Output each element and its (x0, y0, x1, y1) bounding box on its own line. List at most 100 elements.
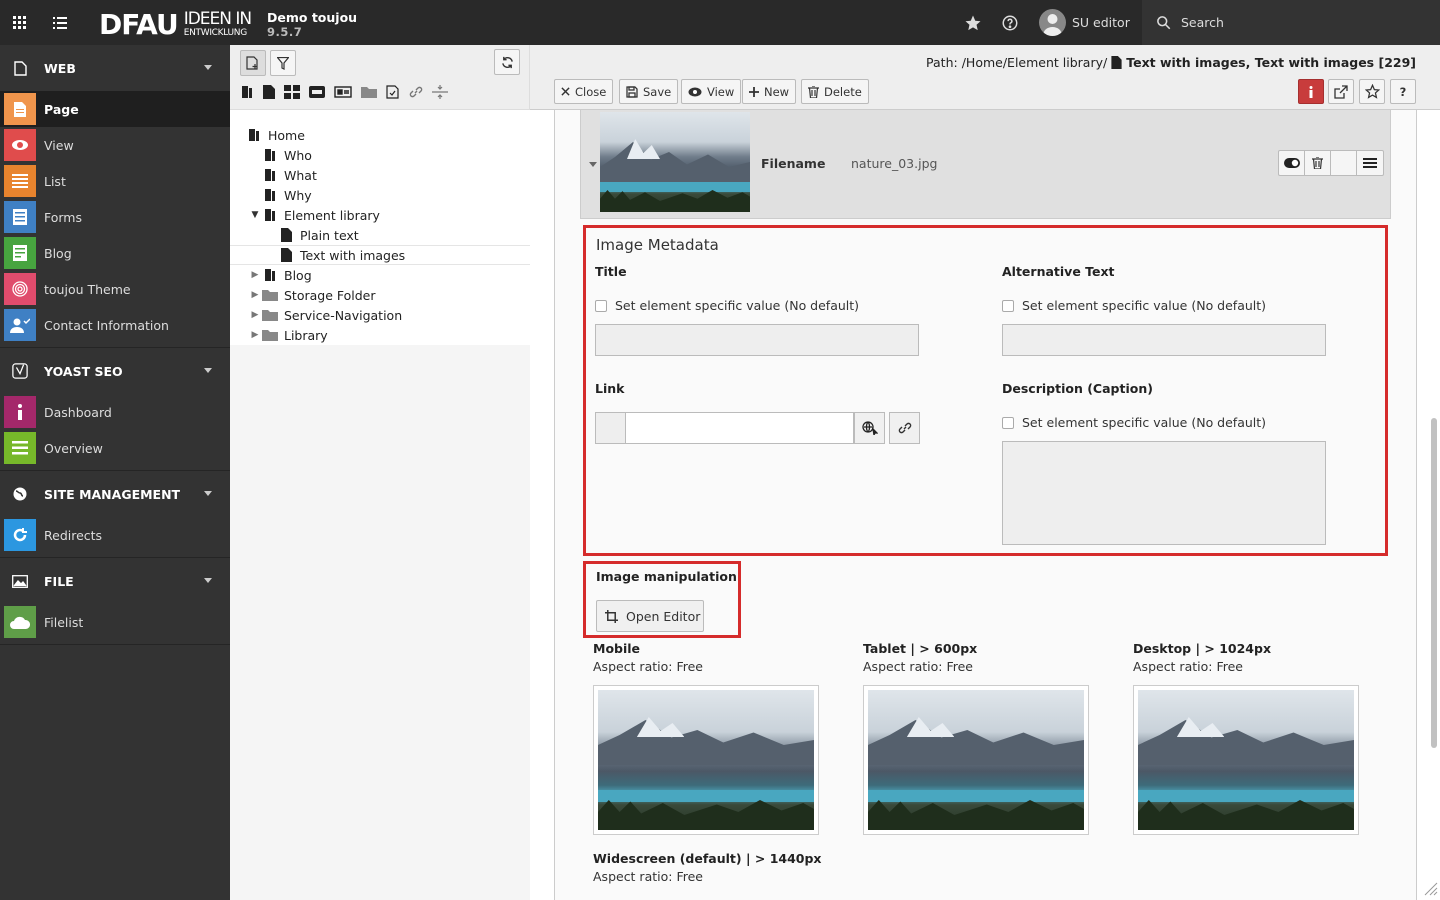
tree-node-text-with-images[interactable]: Text with images (230, 245, 530, 265)
collapsed-toggle-icon[interactable]: ▶ (249, 310, 261, 320)
tree-node-element-library[interactable]: ▼ Element library (230, 205, 530, 225)
sidebar-item-list[interactable]: List (0, 163, 230, 199)
description-textarea[interactable] (1002, 441, 1326, 545)
forms-icon (4, 201, 36, 233)
site-root-icon (246, 127, 262, 143)
sidebar-item-view[interactable]: View (0, 127, 230, 163)
variant-aspect: Aspect ratio: Free (593, 869, 703, 884)
title-override-checkbox[interactable]: Set element specific value (No default) (595, 298, 859, 313)
new-page-button[interactable] (240, 50, 266, 76)
alt-text-input[interactable] (1002, 324, 1326, 356)
sidebar-item-filelist[interactable]: Filelist (0, 604, 230, 640)
filename-value: nature_03.jpg (851, 156, 938, 171)
tree-node-blog[interactable]: ▶ Blog (230, 265, 530, 285)
tree-node-plain-text[interactable]: Plain text (230, 225, 530, 245)
collapsed-toggle-icon[interactable]: ▶ (249, 330, 261, 340)
refresh-button[interactable] (494, 49, 520, 75)
open-new-window-button[interactable] (1328, 79, 1354, 104)
module-menu: WEB Page View List Forms Blog toujou The… (0, 45, 230, 900)
group-yoast-seo[interactable]: YOAST SEO (0, 348, 230, 394)
tree-node-storage-folder[interactable]: ▶ Storage Folder (230, 285, 530, 305)
expanded-toggle-icon[interactable]: ▼ (249, 210, 261, 220)
toggle-visibility-button[interactable] (1279, 151, 1305, 175)
new-button[interactable]: New (742, 79, 797, 104)
file-reference-header[interactable]: Filename nature_03.jpg (580, 110, 1391, 219)
group-web[interactable]: WEB (0, 45, 230, 91)
search-button[interactable]: Search (1142, 0, 1440, 45)
logo[interactable]: DFAU IDEEN IN ENTWICKLUNG (99, 8, 252, 41)
help-button[interactable]: ? (1390, 79, 1416, 104)
grid-page-icon[interactable] (284, 85, 300, 102)
empty-action-button[interactable] (1331, 151, 1357, 175)
delete-button[interactable]: Delete (801, 79, 869, 104)
collapsed-toggle-icon[interactable]: ▶ (249, 270, 261, 280)
variant-preview-mobile[interactable] (593, 685, 819, 835)
recycler-page-icon[interactable] (386, 85, 400, 102)
open-editor-button[interactable]: Open Editor (596, 600, 704, 632)
bookmark-star-icon[interactable] (962, 12, 984, 34)
tree-node-who[interactable]: Who (230, 145, 530, 165)
tree-background (230, 345, 530, 900)
user-menu[interactable]: SU editor (1039, 9, 1130, 36)
tree-node-why[interactable]: Why (230, 185, 530, 205)
folder-page-icon[interactable] (361, 86, 377, 101)
module-list-icon[interactable] (40, 0, 80, 45)
title-input[interactable] (595, 324, 919, 356)
group-site-management[interactable]: SITE MANAGEMENT (0, 471, 230, 517)
trash-icon (808, 85, 819, 98)
resize-handle-icon[interactable] (1424, 882, 1438, 896)
bookmark-button[interactable] (1359, 79, 1385, 104)
standard-page-icon[interactable] (240, 85, 254, 102)
link-input[interactable] (626, 412, 854, 444)
link-browse-button[interactable] (889, 412, 920, 444)
checkbox-box[interactable] (1002, 299, 1014, 312)
delete-file-button[interactable] (1305, 151, 1331, 175)
variant-preview-desktop[interactable] (1133, 685, 1359, 835)
sidebar-item-overview[interactable]: Overview (0, 430, 230, 466)
tree-node-label: Storage Folder (284, 287, 376, 303)
checkbox-box[interactable] (595, 299, 607, 312)
sidebar-item-blog[interactable]: Blog (0, 235, 230, 271)
link-icon[interactable] (409, 85, 423, 102)
group-file[interactable]: FILE (0, 558, 230, 604)
help-icon[interactable] (999, 12, 1021, 34)
variant-preview-tablet[interactable] (863, 685, 1089, 835)
document-page-icon[interactable] (263, 85, 275, 102)
sidebar-item-label: Dashboard (44, 404, 112, 420)
divider-page-icon[interactable] (432, 85, 448, 102)
filter-button[interactable] (270, 50, 296, 76)
save-button[interactable]: Save (619, 79, 679, 104)
sidebar-item-forms[interactable]: Forms (0, 199, 230, 235)
view-button[interactable]: View (681, 79, 742, 104)
description-label: Description (Caption) (1002, 381, 1153, 396)
checkbox-box[interactable] (1002, 416, 1014, 429)
info-button[interactable] (1298, 79, 1324, 104)
sidebar-item-page[interactable]: Page (0, 91, 230, 127)
alt-text-override-checkbox[interactable]: Set element specific value (No default) (1002, 298, 1266, 313)
link-wizard-button[interactable] (854, 412, 885, 444)
tree-node-what[interactable]: What (230, 165, 530, 185)
content-scrollbar[interactable] (1431, 418, 1437, 748)
sidebar-item-contact-information[interactable]: Contact Information (0, 307, 230, 343)
docheader: Path: /Home/Element library/ Text with i… (530, 45, 1440, 110)
description-override-checkbox[interactable]: Set element specific value (No default) (1002, 415, 1266, 430)
image-preview (1138, 690, 1354, 830)
app-grid-icon[interactable] (0, 0, 40, 45)
doktype-toolbar (240, 85, 448, 102)
tree-node-home[interactable]: Home (230, 125, 530, 145)
collapse-caret-icon[interactable] (589, 162, 597, 167)
tree-toolbar (230, 45, 529, 110)
collapsed-toggle-icon[interactable]: ▶ (249, 290, 261, 300)
sidebar-item-toujou-theme[interactable]: toujou Theme (0, 271, 230, 307)
sidebar-item-redirects[interactable]: Redirects (0, 517, 230, 553)
drag-handle-button[interactable] (1357, 151, 1383, 175)
link-page-icon[interactable] (334, 86, 352, 101)
close-button[interactable]: Close (554, 79, 614, 104)
view-label: View (707, 84, 735, 99)
folder-icon (262, 327, 278, 343)
shortcut-page-icon[interactable] (309, 86, 325, 101)
sidebar-item-dashboard[interactable]: Dashboard (0, 394, 230, 430)
tree-node-service-navigation[interactable]: ▶ Service-Navigation (230, 305, 530, 325)
tree-node-library[interactable]: ▶ Library (230, 325, 530, 345)
trash-icon (1312, 157, 1323, 169)
